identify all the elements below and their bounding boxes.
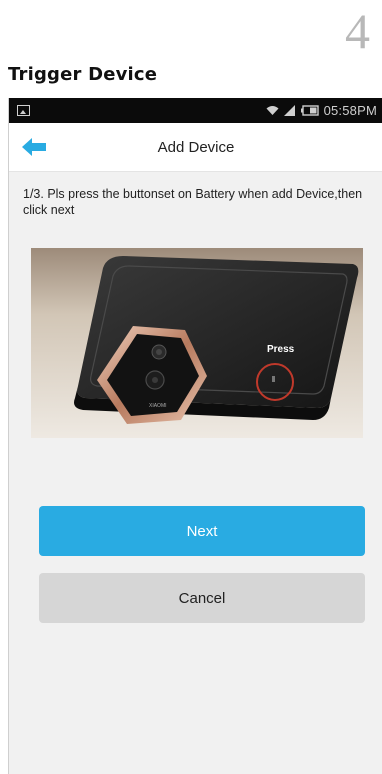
status-bar: 05:58PM [9,98,382,123]
step-number: 4 [345,3,370,59]
wifi-icon [266,105,279,116]
screen-title: Add Device [157,138,235,156]
app-header: Add Device [9,123,382,172]
cancel-button[interactable]: Cancel [39,573,365,623]
device-photo: Press XIAOMI [31,248,363,438]
press-label: Press [267,344,295,355]
back-button[interactable] [19,135,49,159]
signal-icon [283,105,296,116]
instruction-text: 1/3. Pls press the buttonset on Battery … [23,187,363,217]
status-time: 05:58PM [323,103,377,118]
image-notification-icon [17,105,30,116]
arrow-left-icon [22,138,46,156]
page-heading: Trigger Device [8,64,158,85]
battery-icon [300,105,319,116]
next-button[interactable]: Next [39,506,365,556]
phone-screen: 05:58PM Add Device 1/3. Pls press the bu… [8,98,382,774]
doorbell-brand: XIAOMI [149,403,167,409]
